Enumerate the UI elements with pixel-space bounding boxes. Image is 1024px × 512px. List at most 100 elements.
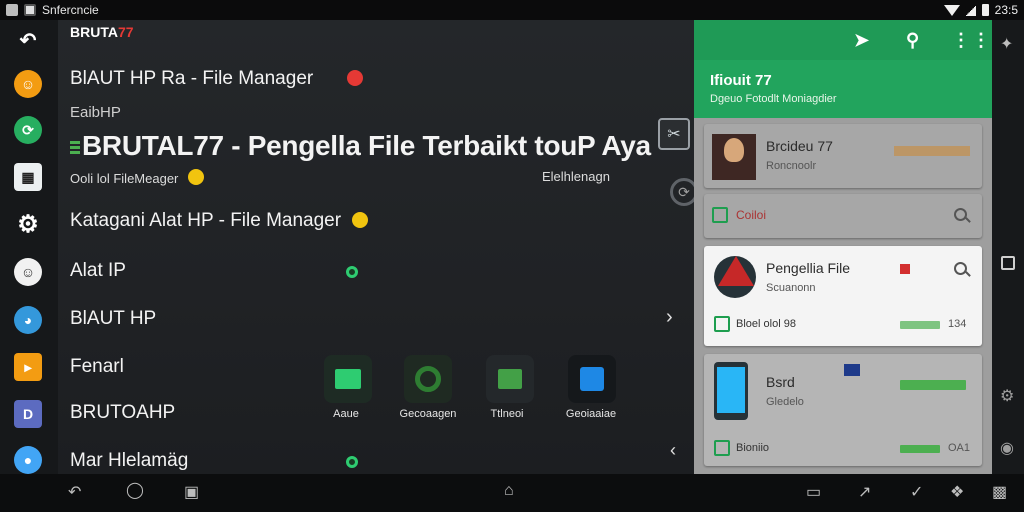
list-item[interactable]: Katagani Alat HP - File Manager xyxy=(70,210,369,232)
card-subtitle: Scuanonn xyxy=(766,282,816,294)
settings-icon[interactable]: ⚙ xyxy=(14,210,42,238)
list-item[interactable]: Mar Hlelamäg xyxy=(70,450,188,472)
tag-icon xyxy=(844,364,860,376)
right-panel-title: Ifiouit 77 xyxy=(710,72,772,89)
screen: Snfercncie 23:5 ↶ ☺ ⟳ ▦ ⚙ ☺ ◕ ▸ D ● BRUT… xyxy=(0,0,1024,512)
card-footer: Bloel olol 98 xyxy=(736,318,796,330)
card-title: Pengellia File xyxy=(766,260,851,276)
folder-icon xyxy=(714,316,730,332)
wifi-icon xyxy=(943,4,960,16)
badge-icon xyxy=(900,264,910,274)
grip-icon xyxy=(70,140,80,155)
card-subtitle: Gledelo xyxy=(766,396,804,408)
file-card[interactable]: Brcideu 77 Roncnoolr xyxy=(704,124,982,188)
folder-icon xyxy=(712,207,728,223)
home-circle-icon[interactable]: ◯ xyxy=(126,483,144,499)
recents-icon[interactable]: ▣ xyxy=(184,485,199,501)
usage-bar xyxy=(900,321,940,329)
app-label: Gecoaagen xyxy=(399,408,457,420)
more-vert-icon[interactable]: ⋮ xyxy=(952,30,970,51)
list-item[interactable]: BlAUT HP Ra - File Manager xyxy=(70,68,363,90)
card-value: OA1 xyxy=(948,442,971,454)
search-icon[interactable] xyxy=(954,208,967,221)
photo-icon[interactable] xyxy=(324,355,372,403)
page-headline: BRUTAL77 - Pengella File Terbaikt touP A… xyxy=(70,130,651,162)
file-card[interactable]: Pengellia File Scuanonn Bloel olol 98 13… xyxy=(704,246,982,346)
back-arrow-icon[interactable]: ↶ xyxy=(14,26,42,54)
list-item[interactable]: Fenarl xyxy=(70,356,124,378)
file-card[interactable]: Bsrd Gledelo Bioniio OA1 xyxy=(704,354,982,466)
puzzle-icon[interactable]: ✦ xyxy=(1000,34,1013,54)
progress-indicator xyxy=(894,146,970,156)
left-rail: ↶ ☺ ⟳ ▦ ⚙ ☺ ◕ ▸ D ● xyxy=(0,20,58,474)
settings-icon[interactable]: ⚙ xyxy=(1000,386,1014,406)
main-panel: BRUTA77 BlAUT HP Ra - File Manager EaibH… xyxy=(58,20,698,474)
refresh-icon[interactable] xyxy=(404,355,452,403)
list-item[interactable]: Alat IP xyxy=(70,260,126,282)
search-card[interactable]: Coiloi xyxy=(704,194,982,238)
list-item[interactable]: EaibHP xyxy=(70,104,121,121)
list-item[interactable]: BRUTOAHP xyxy=(70,402,175,424)
status-bar: Snfercncie 23:5 xyxy=(0,0,1024,20)
crop-icon[interactable]: ✂ xyxy=(658,118,690,150)
sub-label-left: Ooli lol FileMeager xyxy=(70,169,204,186)
send-icon[interactable]: ➤ xyxy=(854,30,869,51)
shield-icon xyxy=(346,70,363,86)
star-icon xyxy=(352,212,369,228)
folder-icon xyxy=(714,440,730,456)
app-label: Aaue xyxy=(333,408,359,420)
media-icon[interactable] xyxy=(486,355,534,403)
usage-bar xyxy=(900,445,940,453)
phone-icon xyxy=(714,362,748,420)
status-dot-icon xyxy=(346,456,358,468)
search-icon[interactable] xyxy=(954,262,967,275)
browser-app-icon[interactable]: ◕ xyxy=(14,306,42,334)
sub-label-right: Elelhlenagn xyxy=(542,169,610,184)
chevron-right-icon[interactable]: › xyxy=(666,306,673,329)
right-panel-subtitle: Dgeuo Fotodlt Moniagdier xyxy=(710,93,837,105)
back-icon[interactable]: ↶ xyxy=(68,485,81,501)
edge-icon[interactable] xyxy=(568,355,616,403)
status-dot-icon xyxy=(346,266,358,278)
home-icon[interactable]: ⌂ xyxy=(504,483,514,499)
brush-icon[interactable]: ✓ xyxy=(910,485,923,501)
share-icon[interactable]: ↗ xyxy=(858,485,871,501)
right-toolbar xyxy=(694,20,992,60)
right-edge-strip: ✦ ⚙ ◉ xyxy=(992,20,1024,474)
chat-icon[interactable]: ◉ xyxy=(1000,438,1014,458)
right-panel: ➤ ⚲ ⋮ ⋮ Ifiouit 77 Dgeuo Fotodlt Moniagd… xyxy=(694,20,992,474)
card-footer: Bioniio xyxy=(736,442,770,454)
app-label: Ttlneoi xyxy=(490,408,524,420)
app-status-icon xyxy=(24,4,36,16)
battery-icon xyxy=(981,4,989,16)
purple-app-icon[interactable]: D xyxy=(14,400,42,428)
card-title: Brcideu 77 xyxy=(766,138,833,154)
usage-bar xyxy=(900,380,966,390)
clock: 23:5 xyxy=(994,3,1018,17)
screenshot-icon[interactable]: ▩ xyxy=(992,485,1007,501)
navigation-bar: ↶ ◯ ▣ ⌂ ▭ ↗ ✓ ❖ ▩ xyxy=(0,474,1024,512)
card-title: Bsrd xyxy=(766,374,795,390)
avatar xyxy=(714,256,756,298)
emoji-app-icon[interactable]: ☺ xyxy=(14,70,42,98)
square-icon[interactable] xyxy=(1001,256,1015,270)
chevron-left-icon[interactable]: ‹ xyxy=(670,440,676,461)
window-icon[interactable]: ▭ xyxy=(806,485,821,501)
search-icon[interactable]: ⚲ xyxy=(906,30,919,51)
thumb-icon xyxy=(188,169,204,185)
gamepad-icon[interactable]: ❖ xyxy=(950,485,964,501)
refresh-app-icon[interactable]: ⟳ xyxy=(14,116,42,144)
app-label: Geoiaaiae xyxy=(565,408,617,420)
more-vert-icon[interactable]: ⋮ xyxy=(972,30,990,51)
orange-app-icon[interactable]: ▸ xyxy=(14,353,42,381)
user-app-icon[interactable]: ● xyxy=(14,446,42,474)
grid-app-icon[interactable]: ▦ xyxy=(14,163,42,191)
card-title: Coiloi xyxy=(736,208,767,222)
right-panel-header: ➤ ⚲ ⋮ ⋮ Ifiouit 77 Dgeuo Fotodlt Moniagd… xyxy=(694,20,992,118)
brand-logo: BRUTA77 xyxy=(70,24,134,40)
signal-icon xyxy=(965,4,976,16)
list-item[interactable]: BlAUT HP xyxy=(70,308,156,330)
card-value: 134 xyxy=(948,318,967,330)
thumbnail-image xyxy=(712,134,756,180)
smile-app-icon[interactable]: ☺ xyxy=(14,258,42,286)
